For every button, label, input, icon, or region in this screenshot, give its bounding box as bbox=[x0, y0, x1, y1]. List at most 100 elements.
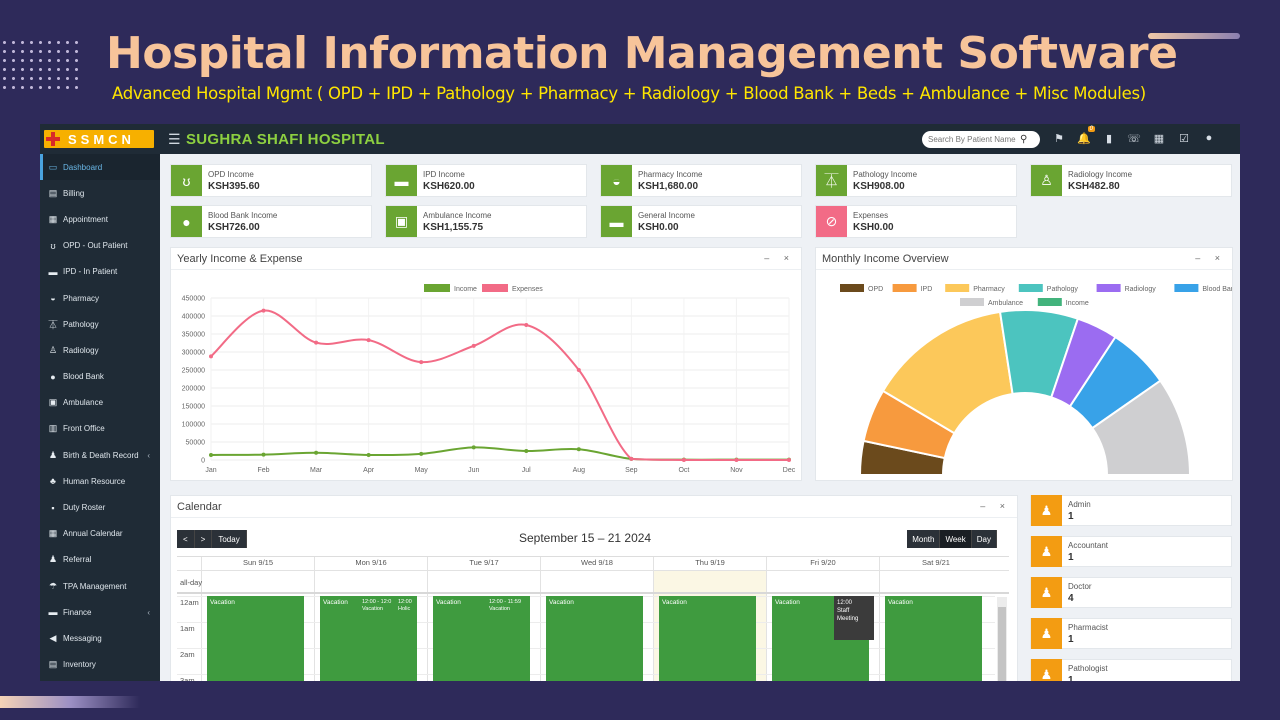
sidebar-item-billing[interactable]: ▤Billing bbox=[40, 180, 160, 206]
next-week-button[interactable]: > bbox=[195, 530, 213, 548]
vacation-event[interactable]: Vacation bbox=[885, 596, 982, 681]
all-day-row: all-day bbox=[177, 570, 1009, 594]
scrollbar-thumb[interactable] bbox=[998, 607, 1006, 681]
today-button[interactable]: Today bbox=[212, 530, 246, 548]
card-value: KSH0.00 bbox=[853, 222, 894, 233]
calendar-nav: < > Today bbox=[177, 530, 247, 548]
sidebar-item-label: Dashboard bbox=[63, 163, 102, 172]
time-label: 2am bbox=[180, 650, 195, 659]
sidebar-item-appointment[interactable]: ▦Appointment bbox=[40, 206, 160, 232]
vacation-event[interactable]: Vacation bbox=[546, 596, 643, 681]
sidebar-item-label: Appointment bbox=[63, 215, 108, 224]
data-point-expenses bbox=[472, 344, 476, 348]
panel-tools[interactable]: – × bbox=[1195, 253, 1226, 263]
stethoscope-icon: ʊ bbox=[48, 241, 58, 251]
user-md-icon: ♟ bbox=[1031, 495, 1062, 526]
staff-card-text: Pathologist1 bbox=[1068, 664, 1108, 682]
legend-label: Blood Bank bbox=[1202, 286, 1232, 293]
staff-card-pharmacist: ♟Pharmacist1 bbox=[1030, 618, 1232, 649]
briefcase-icon: ▪ bbox=[48, 503, 58, 513]
legend-label: Expenses bbox=[512, 286, 543, 293]
event-label: Vacation bbox=[549, 599, 574, 606]
panel-title: Monthly Income Overview bbox=[822, 253, 949, 265]
menu-toggle-icon[interactable]: ☰ bbox=[168, 131, 181, 148]
staff-meeting-event[interactable]: 12:00 Staff Meeting bbox=[834, 596, 874, 640]
hospital-logo[interactable]: SSMCN bbox=[44, 130, 154, 148]
x-tick-label: Aug bbox=[573, 467, 586, 474]
top-icon-bar: ⚑ 🔔0 ▮ ☏ ▦ ☑ ● bbox=[1052, 132, 1216, 145]
search-icon[interactable]: ⚲ bbox=[1020, 134, 1027, 145]
sidebar-item-label: Annual Calendar bbox=[63, 529, 123, 538]
card-label: Expenses bbox=[853, 211, 894, 220]
sidebar-item-annual-calendar[interactable]: ▦ Annual Calendar bbox=[40, 521, 160, 547]
sidebar-item-blood-bank[interactable]: ●Blood Bank bbox=[40, 364, 160, 390]
sidebar-item-front-office[interactable]: ▥Front Office bbox=[40, 416, 160, 442]
user-md-icon: ♟ bbox=[1031, 536, 1062, 567]
x-tick-label: Oct bbox=[678, 467, 689, 474]
card-value: KSH908.00 bbox=[853, 181, 917, 192]
task-check-icon[interactable]: ☑ bbox=[1177, 132, 1191, 145]
vacation-event[interactable]: Vacation bbox=[207, 596, 304, 681]
sidebar-item-pharmacy[interactable]: ◒Pharmacy bbox=[40, 285, 160, 311]
vacation-event[interactable]: Vacation12:00 - 12:0 Vacation12:00 Holic bbox=[320, 596, 417, 681]
income-card-expenses: ⊘ Expenses KSH0.00 bbox=[815, 205, 1017, 238]
bullhorn-icon: ◀ bbox=[48, 633, 58, 644]
sidebar-item-ipd-in-patient[interactable]: ▬IPD - In Patient bbox=[40, 259, 160, 285]
x-tick-label: Jan bbox=[205, 467, 216, 474]
sidebar-item-birth-death-record[interactable]: ♟Birth & Death Record‹ bbox=[40, 442, 160, 468]
monthly-income-overview-panel: Monthly Income Overview – × OPDIPDPharma… bbox=[815, 247, 1233, 481]
calendar-icon: ▦ bbox=[48, 528, 58, 539]
x-tick-label: Mar bbox=[310, 467, 323, 474]
calendar-scrollbar[interactable] bbox=[997, 597, 1007, 681]
money-icon: ▬ bbox=[48, 607, 58, 617]
card-value: KSH395.60 bbox=[208, 181, 260, 192]
whatsapp-icon[interactable]: ☏ bbox=[1127, 132, 1141, 145]
user-avatar[interactable]: ● bbox=[1202, 132, 1216, 145]
sidebar-item-finance[interactable]: ▬Finance‹ bbox=[40, 599, 160, 625]
day-view-button[interactable]: Day bbox=[972, 530, 997, 548]
ambulance-icon: ▣ bbox=[386, 206, 417, 237]
legend-swatch bbox=[893, 284, 917, 292]
y-tick-label: 0 bbox=[201, 458, 205, 465]
x-tick-label: Jun bbox=[468, 467, 479, 474]
sidebar-item-tpa-management[interactable]: ☂TPA Management bbox=[40, 573, 160, 599]
flag-icon[interactable]: ⚑ bbox=[1052, 132, 1066, 145]
income-card-opd-income: ʊOPD IncomeKSH395.60 bbox=[170, 164, 372, 197]
day-header: Sat 9/21 bbox=[879, 557, 992, 570]
month-view-button[interactable]: Month bbox=[907, 530, 940, 548]
sidebar-item-radiology[interactable]: ♙Radiology bbox=[40, 337, 160, 363]
staff-card-text: Admin1 bbox=[1068, 500, 1091, 522]
search-input[interactable] bbox=[928, 135, 1020, 144]
bed-icon[interactable]: ▮ bbox=[1102, 132, 1116, 145]
sidebar-item-inventory[interactable]: ▤Inventory bbox=[40, 652, 160, 678]
sidebar-item-referral[interactable]: ♟Referral bbox=[40, 547, 160, 573]
sidebar-item-messaging[interactable]: ◀Messaging bbox=[40, 625, 160, 651]
sidebar-item-opd-out-patient[interactable]: ʊOPD - Out Patient bbox=[40, 233, 160, 259]
sidebar-item-pathology[interactable]: ⏄Pathology bbox=[40, 311, 160, 337]
staff-card-admin: ♟ Admin1 bbox=[1030, 495, 1232, 526]
legend-label: Ambulance bbox=[988, 300, 1023, 307]
sidebar-item-label: Inventory bbox=[63, 660, 96, 669]
day-header: Wed 9/18 bbox=[540, 557, 653, 570]
card-value: KSH0.00 bbox=[638, 222, 695, 233]
calendar-icon[interactable]: ▦ bbox=[1152, 132, 1166, 145]
panel-tools[interactable]: – × bbox=[764, 253, 795, 263]
week-view-button[interactable]: Week bbox=[940, 530, 971, 548]
bell-icon[interactable]: 🔔0 bbox=[1077, 132, 1091, 145]
sidebar-item-label: Billing bbox=[63, 189, 84, 198]
patient-search[interactable]: ⚲ bbox=[922, 131, 1040, 148]
income-card-blood-bank-income: ●Blood Bank IncomeKSH726.00 bbox=[170, 205, 372, 238]
panel-tools[interactable]: – × bbox=[980, 501, 1011, 511]
sidebar-item-ambulance[interactable]: ▣Ambulance bbox=[40, 390, 160, 416]
expense-icon: ⊘ bbox=[816, 206, 847, 237]
sidebar-item-duty-roster[interactable]: ▪Duty Roster bbox=[40, 494, 160, 520]
vacation-event[interactable]: Vacation12:00 - 11:59 Vacation bbox=[433, 596, 530, 681]
sidebar-item-human-resource[interactable]: ♣Human Resource bbox=[40, 468, 160, 494]
sidebar-item-dashboard[interactable]: ▭Dashboard bbox=[40, 154, 160, 180]
legend-label: Income bbox=[454, 286, 477, 293]
vacation-event[interactable]: Vacation bbox=[659, 596, 756, 681]
data-point-expenses bbox=[734, 458, 738, 462]
x-tick-label: Dec bbox=[783, 467, 796, 474]
prev-week-button[interactable]: < bbox=[177, 530, 195, 548]
data-point-expenses bbox=[629, 457, 633, 461]
